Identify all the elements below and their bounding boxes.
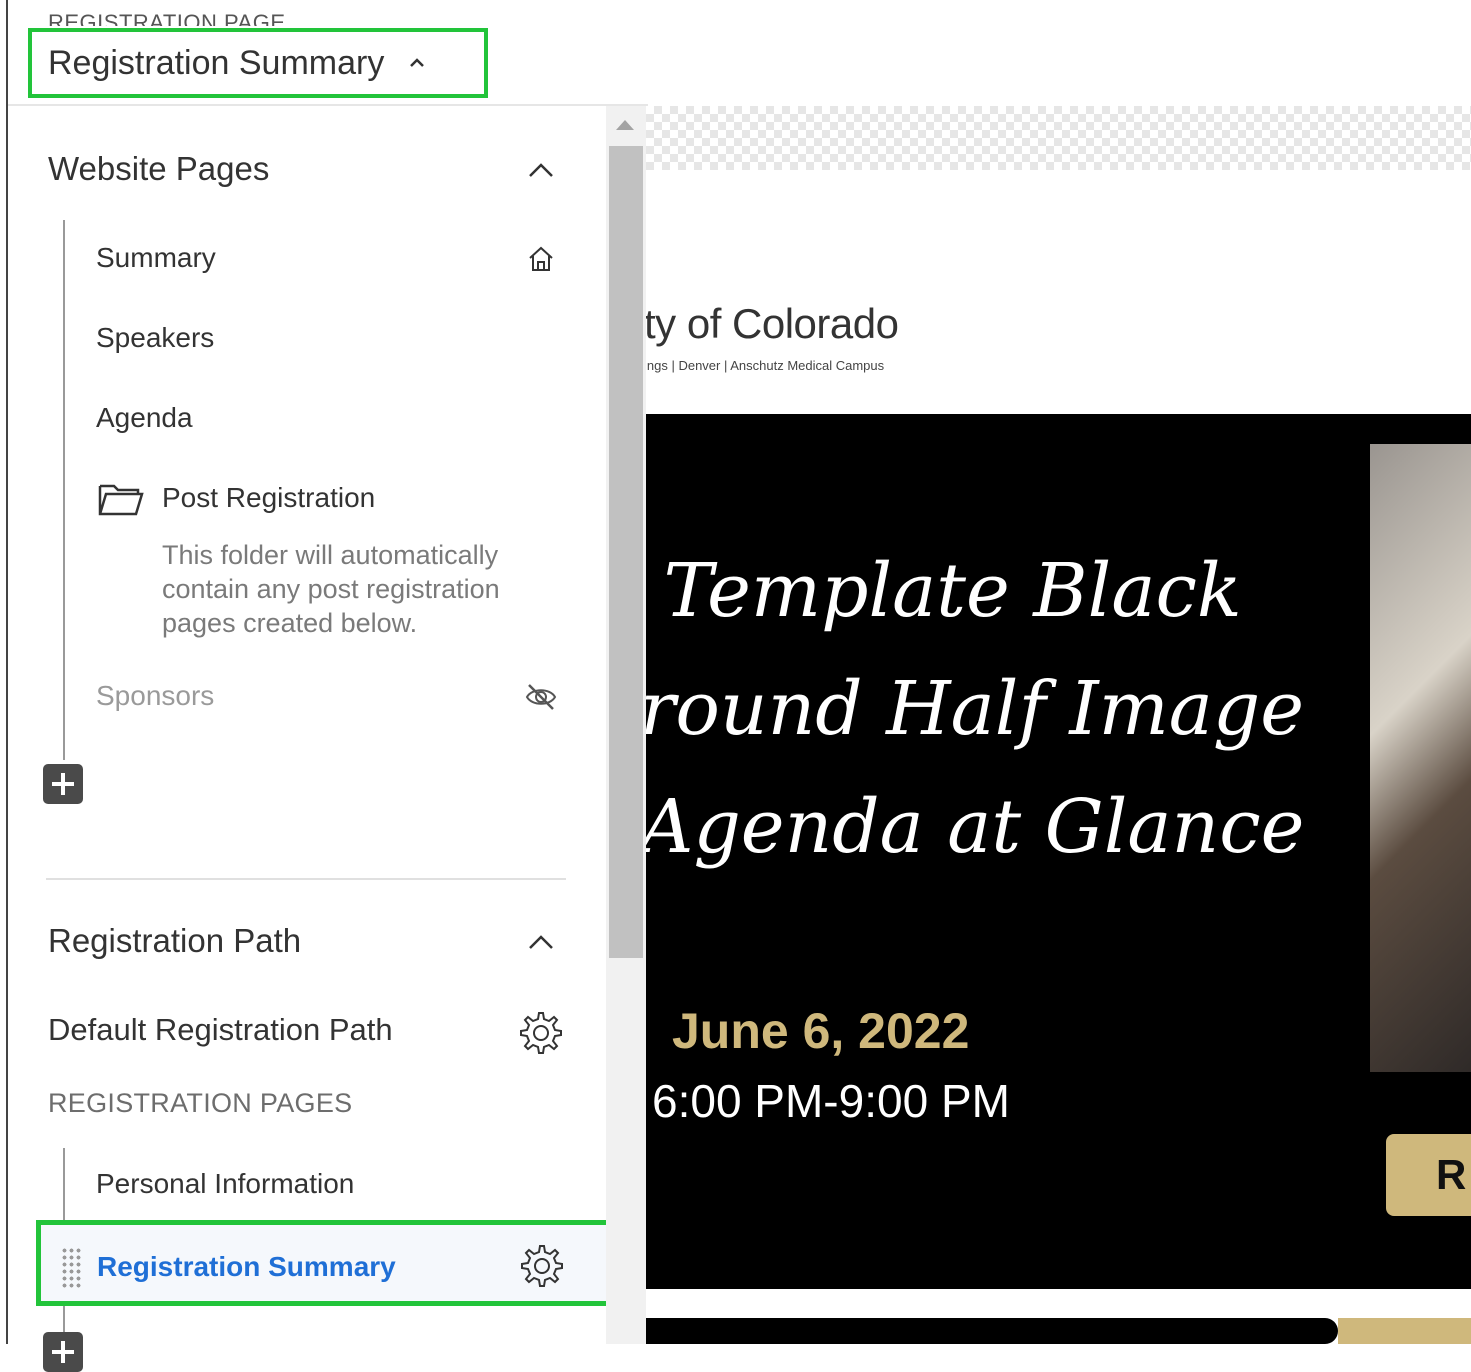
section-divider xyxy=(46,878,566,880)
scrollbar-thumb[interactable] xyxy=(609,146,643,958)
page-selector-title: Registration Summary xyxy=(48,43,385,82)
hero-photo xyxy=(1370,444,1471,1072)
drag-handle-icon[interactable] xyxy=(61,1247,83,1289)
window-left-edge xyxy=(0,0,8,1344)
nav-item-personal-information[interactable]: Personal Information xyxy=(96,1168,354,1200)
folder-icon xyxy=(98,484,144,516)
page-selector-dropdown[interactable]: Registration Summary xyxy=(28,28,488,98)
nav-item-speakers[interactable]: Speakers xyxy=(96,322,214,354)
add-registration-page-button[interactable] xyxy=(43,1332,83,1372)
nav-item-agenda[interactable]: Agenda xyxy=(96,402,193,434)
footer-bar xyxy=(646,1318,1338,1344)
registration-pages-label: REGISTRATION PAGES xyxy=(48,1088,353,1118)
home-icon xyxy=(529,246,553,271)
nav-item-summary[interactable]: Summary xyxy=(96,242,216,274)
gear-icon[interactable] xyxy=(516,1008,566,1058)
default-registration-path-label: Default Registration Path xyxy=(48,1012,393,1047)
eye-off-icon[interactable] xyxy=(524,680,558,714)
organization-name: ty of Colorado xyxy=(646,300,899,347)
nav-item-post-registration[interactable]: Post Registration xyxy=(162,482,375,514)
registration-path-title: Registration Path xyxy=(48,922,302,959)
event-title: Template Black round Half Image Agenda a… xyxy=(646,548,1305,870)
organization-campuses: ings | Denver | Anschutz Medical Campus xyxy=(646,358,885,373)
chevron-up-icon xyxy=(410,58,425,67)
website-pages-title: Website Pages xyxy=(48,150,270,187)
nav-item-sponsors[interactable]: Sponsors xyxy=(96,680,214,712)
page-type-label: REGISTRATION PAGE xyxy=(48,10,286,26)
tree-line xyxy=(63,220,65,760)
collapse-registration-path-icon[interactable] xyxy=(526,928,556,958)
nav-item-registration-summary[interactable]: Registration Summary xyxy=(36,1220,612,1306)
hero-banner: Template Black round Half Image Agenda a… xyxy=(646,414,1471,1289)
folder-description: This folder will automatically contain a… xyxy=(162,540,500,638)
collapse-website-pages-icon[interactable] xyxy=(526,156,556,186)
footer-bar-accent xyxy=(1338,1318,1471,1344)
register-button[interactable]: R xyxy=(1386,1134,1471,1216)
event-time: 6:00 PM-9:00 PM xyxy=(652,1075,1010,1127)
sidebar xyxy=(8,106,606,1344)
scroll-up-arrow-icon[interactable] xyxy=(616,120,634,130)
add-page-button[interactable] xyxy=(43,764,83,804)
page-preview: ty of Colorado ings | Denver | Anschutz … xyxy=(646,106,1471,1344)
transparent-background xyxy=(646,106,1471,170)
event-date: June 6, 2022 xyxy=(672,1003,970,1059)
gear-icon[interactable] xyxy=(517,1241,567,1291)
selected-page-label: Registration Summary xyxy=(97,1251,396,1282)
